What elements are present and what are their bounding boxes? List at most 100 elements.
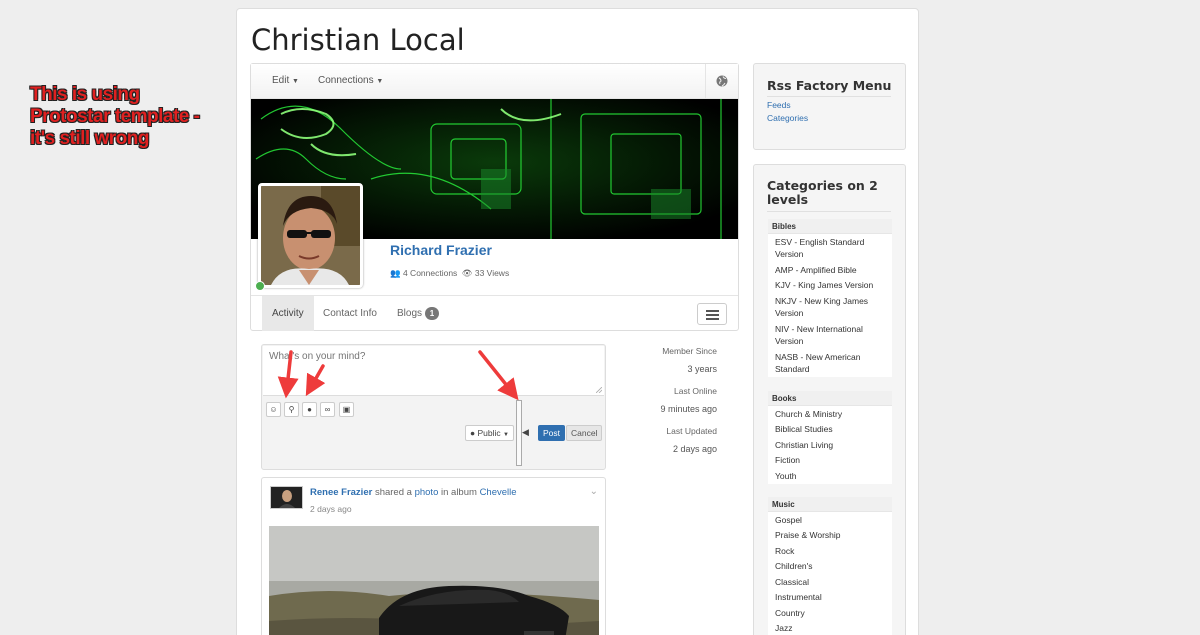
category-group-music: Music Gospel Praise & Worship Rock Child… bbox=[768, 497, 892, 635]
profile-toolbar: Edit ▼ Connections ▼ bbox=[251, 64, 738, 99]
connections-label: Connections bbox=[318, 75, 374, 86]
profile-panel: Edit ▼ Connections ▼ Richard Frazier 👥 4… bbox=[250, 63, 739, 331]
megaphone-icon[interactable]: ◀ bbox=[522, 427, 529, 438]
category-item[interactable]: NKJV - New King James Version bbox=[768, 293, 892, 321]
last-updated: Last Updated 2 days ago bbox=[617, 426, 717, 454]
status-composer: ☺ ⚲ ● ∞ ▣ ● Public ▼ ◀ Post Cancel bbox=[261, 344, 606, 470]
edit-menu-button[interactable]: Edit ▼ bbox=[272, 75, 299, 86]
feed-author-link[interactable]: Renee Frazier bbox=[310, 487, 372, 498]
category-item[interactable]: NIV - New International Version bbox=[768, 321, 892, 349]
category-item[interactable]: Praise & Worship bbox=[768, 528, 892, 544]
status-textarea-wrapper bbox=[263, 346, 604, 396]
tab-contact-info[interactable]: Contact Info bbox=[313, 296, 387, 331]
feed-album-link[interactable]: Chevelle bbox=[480, 487, 517, 498]
info-label: Last Online bbox=[674, 386, 717, 396]
category-item[interactable]: AMP - Amplified Bible bbox=[768, 262, 892, 278]
users-icon: 👥 bbox=[390, 268, 401, 278]
caret-down-icon: ▼ bbox=[503, 432, 509, 438]
category-group-books: Books Church & Ministry Biblical Studies… bbox=[768, 391, 892, 484]
tab-activity[interactable]: Activity bbox=[262, 296, 314, 331]
category-group-heading[interactable]: Bibles bbox=[768, 219, 892, 234]
annotation-line: Protostar template - bbox=[30, 106, 200, 127]
map-marker-icon[interactable]: ⚲ bbox=[284, 402, 299, 417]
module-title: Rss Factory Menu bbox=[767, 78, 892, 93]
last-online: Last Online 9 minutes ago bbox=[617, 386, 717, 414]
connections-count[interactable]: 4 Connections bbox=[403, 268, 457, 278]
blogs-count-badge: 1 bbox=[424, 307, 440, 320]
category-item[interactable]: Classical bbox=[768, 574, 892, 590]
category-item[interactable]: Gospel bbox=[768, 512, 892, 528]
category-group-heading[interactable]: Music bbox=[768, 497, 892, 512]
category-item[interactable]: ESV - English Standard Version bbox=[768, 234, 892, 262]
categories-module: Categories on 2 levels Bibles ESV - Engl… bbox=[753, 164, 906, 635]
category-group-bibles: Bibles ESV - English Standard Version AM… bbox=[768, 219, 892, 377]
activity-feed-item: Renee Frazier shared a photo in album Ch… bbox=[261, 477, 606, 635]
tab-blogs[interactable]: Blogs 1 bbox=[387, 296, 449, 331]
chevron-down-icon[interactable]: ⌄ bbox=[590, 486, 598, 497]
privacy-dropdown[interactable]: ● Public ▼ bbox=[465, 425, 514, 441]
feed-author-avatar[interactable] bbox=[270, 486, 303, 509]
rss-link-categories[interactable]: Categories bbox=[767, 113, 808, 123]
privacy-label: Public bbox=[477, 428, 501, 438]
rss-factory-module: Rss Factory Menu Feeds Categories bbox=[753, 63, 906, 150]
user-icon[interactable]: ● bbox=[302, 402, 317, 417]
category-item[interactable]: Fiction bbox=[768, 453, 892, 469]
category-item[interactable]: KJV - King James Version bbox=[768, 278, 892, 294]
profile-name[interactable]: Richard Frazier bbox=[390, 242, 492, 258]
category-item[interactable]: Country bbox=[768, 605, 892, 621]
annotation-note: This is using Protostar template - it's … bbox=[30, 84, 230, 150]
link-icon[interactable]: ∞ bbox=[320, 402, 335, 417]
category-item[interactable]: Instrumental bbox=[768, 590, 892, 606]
info-value: 9 minutes ago bbox=[660, 404, 717, 414]
member-since: Member Since 3 years bbox=[617, 346, 717, 374]
feed-object-link[interactable]: photo bbox=[415, 487, 439, 498]
edit-label: Edit bbox=[272, 75, 290, 86]
category-item[interactable]: NASB - New American Standard bbox=[768, 349, 892, 377]
category-item[interactable]: Biblical Studies bbox=[768, 422, 892, 438]
smiley-icon[interactable]: ☺ bbox=[266, 402, 281, 417]
menu-toggle-button[interactable] bbox=[697, 303, 727, 325]
tab-label: Contact Info bbox=[323, 308, 377, 319]
category-group-heading[interactable]: Books bbox=[768, 391, 892, 406]
feed-timestamp: 2 days ago bbox=[310, 504, 352, 514]
module-divider bbox=[767, 96, 891, 97]
connections-menu-button[interactable]: Connections ▼ bbox=[318, 75, 383, 86]
globe-button[interactable] bbox=[705, 64, 738, 99]
online-status-dot bbox=[255, 281, 265, 291]
feed-photo[interactable] bbox=[269, 526, 599, 635]
category-item[interactable]: Church & Ministry bbox=[768, 406, 892, 422]
image-icon[interactable]: ▣ bbox=[339, 402, 354, 417]
profile-tabs: Activity Contact Info Blogs 1 bbox=[251, 295, 738, 331]
annotation-line: it's still wrong bbox=[30, 128, 149, 149]
eye-icon: 👁 bbox=[461, 268, 473, 278]
post-button[interactable]: Post bbox=[538, 425, 566, 441]
category-item[interactable]: Jazz bbox=[768, 621, 892, 635]
rss-link-feeds[interactable]: Feeds bbox=[767, 100, 791, 110]
category-item[interactable]: Youth bbox=[768, 468, 892, 484]
category-item[interactable]: Rock bbox=[768, 543, 892, 559]
resize-handle-icon[interactable] bbox=[596, 387, 602, 393]
caret-down-icon: ▼ bbox=[292, 78, 299, 85]
annotation-line: This is using bbox=[30, 84, 140, 105]
site-title: Christian Local bbox=[251, 23, 465, 57]
profile-avatar[interactable] bbox=[258, 183, 363, 288]
status-input[interactable] bbox=[269, 351, 589, 362]
info-value: 3 years bbox=[687, 364, 717, 374]
feed-action-text: shared a bbox=[374, 487, 412, 498]
views-count: 33 Views bbox=[474, 268, 510, 278]
module-divider bbox=[767, 211, 891, 212]
globe-icon bbox=[716, 75, 728, 87]
info-label: Last Updated bbox=[666, 426, 717, 436]
tab-label: Activity bbox=[272, 308, 304, 319]
module-title: Categories on 2 levels bbox=[767, 178, 878, 207]
tab-label: Blogs bbox=[397, 308, 423, 319]
profile-stats: 👥 4 Connections 👁 33 Views bbox=[390, 268, 509, 279]
cancel-button[interactable]: Cancel bbox=[566, 425, 603, 441]
caret-down-icon: ▼ bbox=[376, 78, 384, 85]
page-container: Christian Local Edit ▼ Connections ▼ Ric… bbox=[236, 8, 919, 635]
category-item[interactable]: Christian Living bbox=[768, 437, 892, 453]
category-item[interactable]: Children's bbox=[768, 559, 892, 575]
globe-icon: ● bbox=[470, 428, 476, 438]
info-label: Member Since bbox=[662, 346, 717, 356]
feed-headline: Renee Frazier shared a photo in album Ch… bbox=[310, 487, 517, 498]
